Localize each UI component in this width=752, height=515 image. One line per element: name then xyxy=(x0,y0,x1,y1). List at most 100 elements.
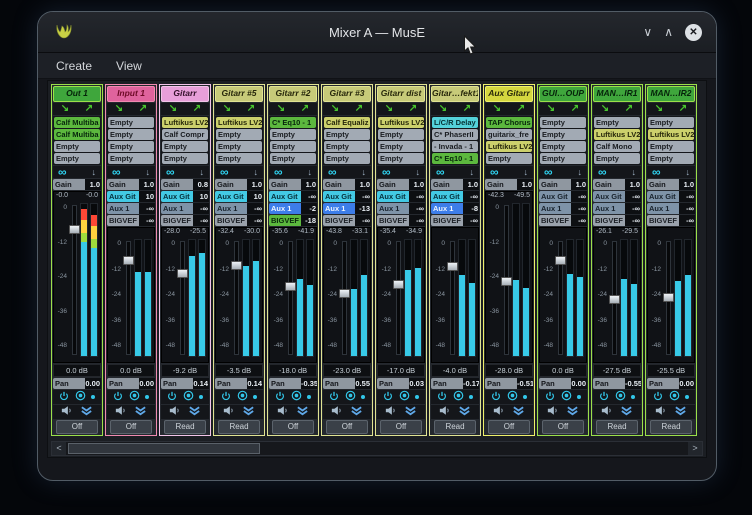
fader-handle[interactable] xyxy=(393,280,404,289)
automation-button[interactable]: Off xyxy=(380,420,422,434)
volume-fader[interactable] xyxy=(393,239,402,359)
peak-readout[interactable]: -35.6 -41.9 xyxy=(270,228,316,238)
stereo-link-icon[interactable]: ∞ xyxy=(436,167,445,177)
monitor-speaker-button[interactable] xyxy=(493,403,505,421)
automation-button[interactable]: Off xyxy=(110,420,152,434)
record-dot-icon[interactable] xyxy=(361,395,365,399)
route-output-icon[interactable]: ↗ xyxy=(85,104,93,114)
route-output-icon[interactable]: ↗ xyxy=(193,104,201,114)
gain-control[interactable]: Gain 1.0 xyxy=(377,179,425,190)
route-input-icon[interactable]: ↘ xyxy=(331,104,339,114)
aux-send-button[interactable]: Aux Git -∞ xyxy=(431,191,479,202)
automation-button[interactable]: Off xyxy=(56,420,98,434)
routing-chevrons-button[interactable] xyxy=(566,403,579,421)
fader-handle[interactable] xyxy=(339,289,350,298)
downmix-icon[interactable]: ↓ xyxy=(254,167,259,177)
stereo-link-icon[interactable]: ∞ xyxy=(274,167,283,177)
effect-slot[interactable]: Empty xyxy=(108,117,154,128)
volume-readout[interactable]: 0.0 dB xyxy=(53,364,101,377)
volume-fader[interactable] xyxy=(609,239,618,359)
downmix-icon[interactable]: ↓ xyxy=(362,167,367,177)
stereo-link-icon[interactable]: ∞ xyxy=(598,167,607,177)
aux-send-button[interactable]: BIGVEF -∞ xyxy=(107,215,155,226)
route-output-icon[interactable]: ↗ xyxy=(247,104,255,114)
volume-readout[interactable]: -23.0 dB xyxy=(323,364,371,377)
fader-handle[interactable] xyxy=(285,282,296,291)
route-input-icon[interactable]: ↘ xyxy=(547,104,555,114)
aux-send-button[interactable]: Aux 1 -8 xyxy=(431,203,479,214)
aux-send-button[interactable]: Aux Git -∞ xyxy=(593,191,641,202)
route-buttons[interactable]: ↘ ↗ xyxy=(161,103,209,115)
peak-readout[interactable] xyxy=(648,228,694,238)
effect-slot[interactable]: Luftikus LV2 xyxy=(216,117,262,128)
aux-send-button[interactable]: Aux Git -∞ xyxy=(323,191,371,202)
monitor-speaker-button[interactable] xyxy=(601,403,613,421)
fader-handle[interactable] xyxy=(609,295,620,304)
aux-send-button[interactable]: Aux Git 10 xyxy=(215,191,263,202)
aux-send-button[interactable]: BIGVEF -∞ xyxy=(431,215,479,226)
effect-slot[interactable]: C* Eq10 - 1 xyxy=(432,153,478,164)
fader-handle[interactable] xyxy=(555,256,566,265)
monitor-speaker-button[interactable] xyxy=(223,403,235,421)
gain-control[interactable]: Gain 1.0 xyxy=(539,179,587,190)
effect-slot[interactable]: Empty xyxy=(54,141,100,152)
gain-control[interactable]: Gain 0.8 xyxy=(161,179,209,190)
aux-send-button[interactable]: Aux Git -∞ xyxy=(269,191,317,202)
track-name-button[interactable]: MAN…IR2 xyxy=(647,86,695,102)
route-output-icon[interactable]: ↗ xyxy=(355,104,363,114)
routing-chevrons-button[interactable] xyxy=(242,403,255,421)
volume-readout[interactable]: -18.0 dB xyxy=(269,364,317,377)
effect-slot[interactable]: Empty xyxy=(540,117,586,128)
automation-button[interactable]: Off xyxy=(272,420,314,434)
gain-control[interactable]: Gain 1.0 xyxy=(431,179,479,190)
fader-handle[interactable] xyxy=(231,261,242,270)
effect-slot[interactable]: Luftikus LV2 xyxy=(648,129,694,140)
automation-button[interactable]: Read xyxy=(650,420,692,434)
effect-slot[interactable]: Empty xyxy=(270,129,316,140)
route-buttons[interactable]: ↘ ↗ xyxy=(53,103,101,115)
route-buttons[interactable]: ↘ ↗ xyxy=(377,103,425,115)
automation-button[interactable]: Off xyxy=(326,420,368,434)
effect-slot[interactable]: Empty xyxy=(540,153,586,164)
route-buttons[interactable]: ↘ ↗ xyxy=(593,103,641,115)
effect-slot[interactable]: Empty xyxy=(540,141,586,152)
aux-send-button[interactable]: Aux 1 -∞ xyxy=(593,203,641,214)
peak-readout[interactable]: -28.0 -25.5 xyxy=(162,228,208,238)
route-buttons[interactable]: ↘ ↗ xyxy=(431,103,479,115)
automation-button[interactable]: Off xyxy=(542,420,584,434)
record-dot-icon[interactable] xyxy=(577,395,581,399)
routing-chevrons-button[interactable] xyxy=(350,403,363,421)
automation-button[interactable]: Read xyxy=(434,420,476,434)
route-input-icon[interactable]: ↘ xyxy=(493,104,501,114)
route-output-icon[interactable]: ↗ xyxy=(301,104,309,114)
horizontal-scrollbar[interactable]: < > xyxy=(51,441,703,456)
effect-slot[interactable]: Empty xyxy=(216,141,262,152)
aux-send-button[interactable]: Aux Git 10 xyxy=(161,191,209,202)
downmix-icon[interactable]: ↓ xyxy=(524,167,529,177)
downmix-icon[interactable]: ↓ xyxy=(578,167,583,177)
monitor-speaker-button[interactable] xyxy=(61,403,73,421)
route-input-icon[interactable]: ↘ xyxy=(601,104,609,114)
monitor-speaker-button[interactable] xyxy=(439,403,451,421)
stereo-link-icon[interactable]: ∞ xyxy=(112,167,121,177)
aux-send-button[interactable]: Aux Git 10 xyxy=(107,191,155,202)
aux-send-button[interactable]: BIGVEF -∞ xyxy=(647,215,695,226)
monitor-speaker-button[interactable] xyxy=(655,403,667,421)
aux-send-button[interactable]: BIGVEF -18 xyxy=(269,215,317,226)
aux-send-button[interactable]: Aux 1 -2 xyxy=(269,203,317,214)
aux-send-button[interactable]: BIGVEF -∞ xyxy=(377,215,425,226)
route-output-icon[interactable]: ↗ xyxy=(517,104,525,114)
gain-control[interactable]: Gain 1.0 xyxy=(323,179,371,190)
aux-send-button[interactable]: Aux 1 -13 xyxy=(323,203,371,214)
record-dot-icon[interactable] xyxy=(469,395,473,399)
route-buttons[interactable]: ↘ ↗ xyxy=(269,103,317,115)
fader-handle[interactable] xyxy=(501,277,512,286)
routing-chevrons-button[interactable] xyxy=(620,403,633,421)
peak-readout[interactable]: -32.4 -30.0 xyxy=(216,228,262,238)
routing-chevrons-button[interactable] xyxy=(512,403,525,421)
stereo-link-icon[interactable]: ∞ xyxy=(382,167,391,177)
effect-slot[interactable]: Empty xyxy=(108,141,154,152)
effect-slot[interactable]: Empty xyxy=(216,129,262,140)
menu-create[interactable]: Create xyxy=(56,59,92,73)
record-dot-icon[interactable] xyxy=(307,395,311,399)
